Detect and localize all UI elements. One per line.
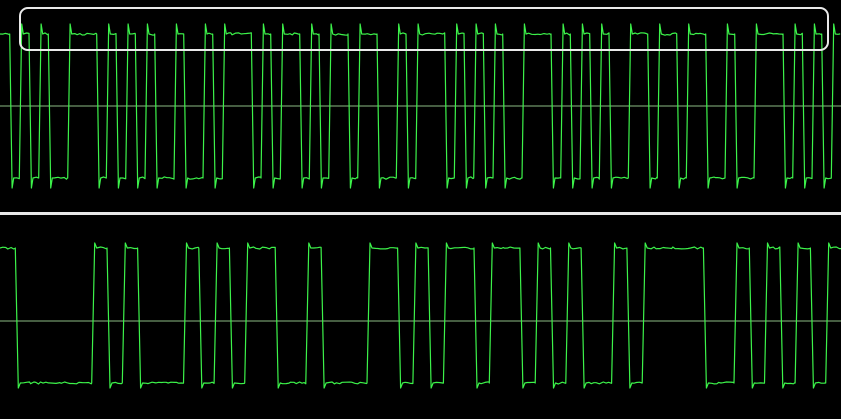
- channel-1-waveform-panel: [0, 0, 841, 212]
- channel-2-waveform: [0, 242, 841, 389]
- highlight-box: [19, 7, 829, 51]
- channel-2-trace: [0, 242, 841, 389]
- channel-2-waveform-panel: [0, 215, 841, 419]
